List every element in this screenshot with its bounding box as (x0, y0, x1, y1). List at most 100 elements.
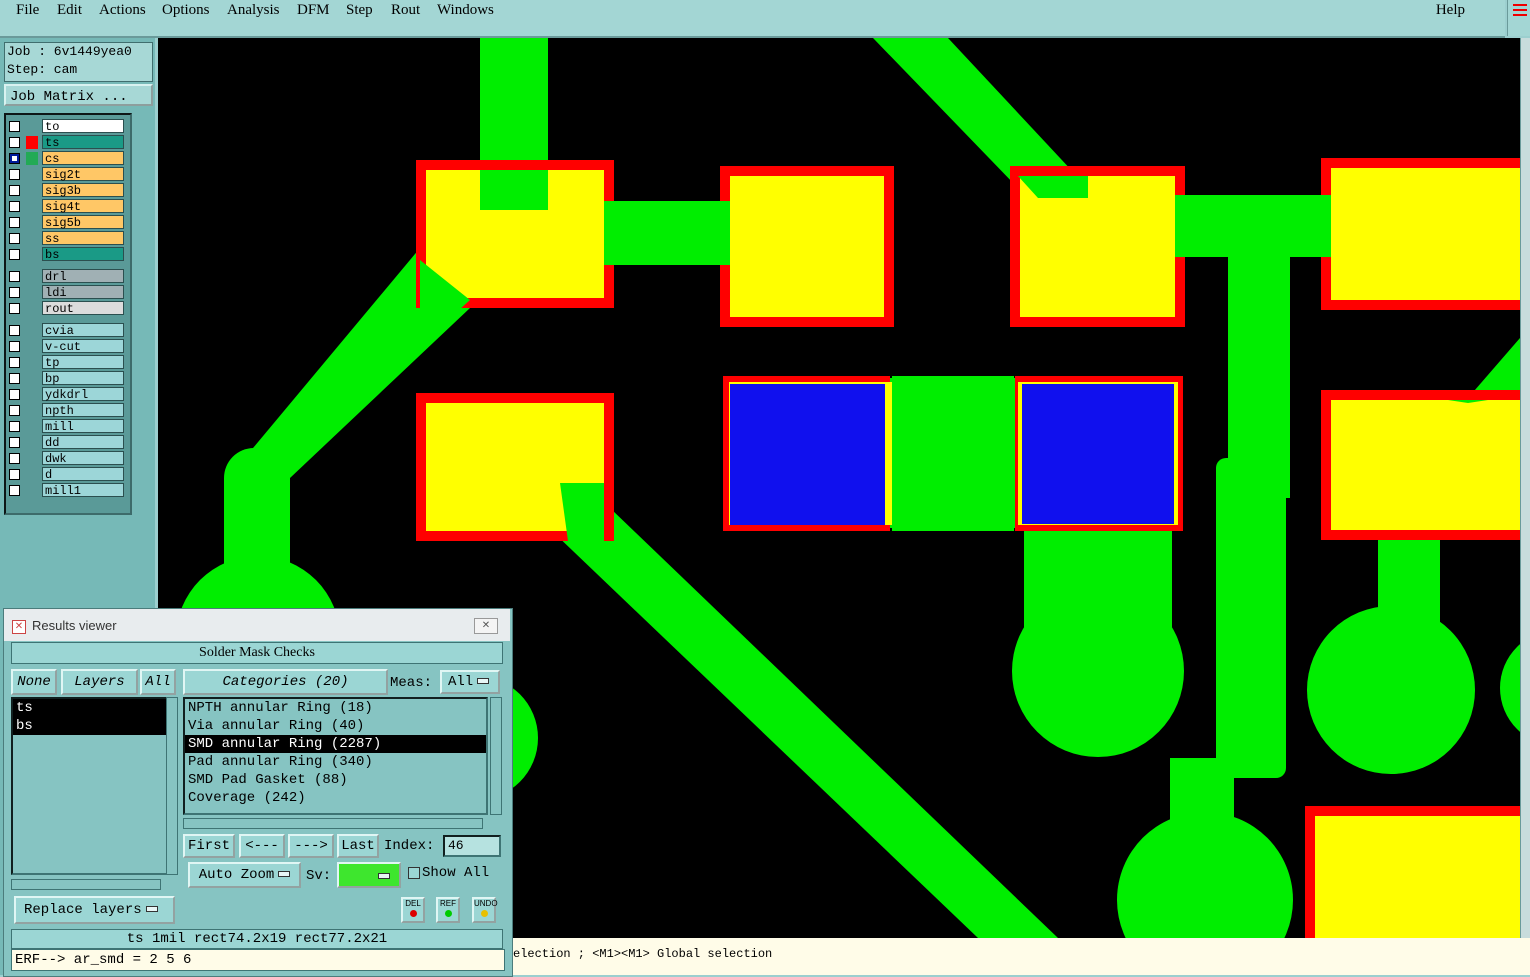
layer-row-9[interactable]: drl (6, 269, 126, 284)
layer-row-21[interactable]: d (6, 467, 126, 482)
layer-name[interactable]: drl (42, 269, 124, 284)
menu-analysis[interactable]: Analysis (227, 2, 280, 19)
layer-row-7[interactable]: ss (6, 231, 126, 246)
menu-windows[interactable]: Windows (437, 2, 494, 19)
layer-checkbox[interactable] (9, 325, 20, 336)
layer-list-hscrollbar[interactable] (11, 879, 161, 890)
layer-checkbox[interactable] (9, 389, 20, 400)
menu-step[interactable]: Step (346, 2, 373, 19)
layer-name[interactable]: v-cut (42, 339, 124, 354)
layer-color-swatch[interactable] (26, 136, 38, 149)
layer-color-swatch[interactable] (26, 468, 38, 481)
layer-name[interactable]: mill1 (42, 483, 124, 498)
layer-list-scrollbar[interactable] (166, 697, 178, 875)
layer-name[interactable]: bp (42, 371, 124, 386)
last-button[interactable]: Last (337, 834, 379, 858)
sv-color-dropdown[interactable] (337, 862, 401, 888)
layer-row-19[interactable]: dd (6, 435, 126, 450)
layer-color-swatch[interactable] (26, 152, 38, 165)
layer-name[interactable]: rout (42, 301, 124, 316)
layer-checkbox[interactable] (9, 357, 20, 368)
menu-actions[interactable]: Actions (99, 2, 146, 19)
layer-checkbox[interactable] (9, 271, 20, 282)
category-item[interactable]: SMD Pad Gasket (88) (185, 771, 486, 789)
layer-color-swatch[interactable] (26, 404, 38, 417)
category-item[interactable]: SMD annular Ring (2287) (185, 735, 486, 753)
layer-color-swatch[interactable] (26, 168, 38, 181)
category-item[interactable]: Via annular Ring (40) (185, 717, 486, 735)
layer-checkbox[interactable] (9, 287, 20, 298)
list-item[interactable]: bs (13, 717, 166, 735)
layer-checkbox[interactable] (9, 303, 20, 314)
layer-checkbox[interactable] (9, 121, 20, 132)
layer-name[interactable]: d (42, 467, 124, 482)
menu-help[interactable]: Help (1436, 2, 1465, 19)
layer-checkbox[interactable] (9, 341, 20, 352)
layer-checkbox[interactable] (9, 201, 20, 212)
layers-button[interactable]: Layers (61, 669, 138, 695)
undo-button[interactable]: UNDO (472, 897, 498, 923)
layer-row-6[interactable]: sig5b (6, 215, 126, 230)
layer-checkbox[interactable] (9, 373, 20, 384)
layer-color-swatch[interactable] (26, 388, 38, 401)
layer-row-17[interactable]: npth (6, 403, 126, 418)
layer-color-swatch[interactable] (26, 200, 38, 213)
layer-color-swatch[interactable] (26, 372, 38, 385)
layer-checkbox[interactable] (9, 249, 20, 260)
meas-dropdown[interactable]: All (440, 670, 500, 694)
layer-color-swatch[interactable] (26, 484, 38, 497)
first-button[interactable]: First (183, 834, 235, 858)
menu-file[interactable]: File (16, 2, 39, 19)
layer-checkbox[interactable] (9, 137, 20, 148)
layer-name[interactable]: bs (42, 247, 124, 262)
menu-dfm[interactable]: DFM (297, 2, 330, 19)
layer-row-1[interactable]: ts (6, 135, 126, 150)
layer-checkbox[interactable] (9, 217, 20, 228)
layer-name[interactable]: sig2t (42, 167, 124, 182)
categories-scrollbar[interactable] (490, 697, 502, 815)
category-item[interactable]: Pad annular Ring (340) (185, 753, 486, 771)
layer-row-18[interactable]: mill (6, 419, 126, 434)
layer-name[interactable]: tp (42, 355, 124, 370)
layer-name[interactable]: ss (42, 231, 124, 246)
categories-list[interactable]: NPTH annular Ring (18) Via annular Ring … (183, 697, 488, 815)
layer-name[interactable]: cs (42, 151, 124, 166)
menu-edit[interactable]: Edit (57, 2, 82, 19)
layer-checkbox[interactable] (9, 485, 20, 496)
layer-color-swatch[interactable] (26, 248, 38, 261)
layer-checkbox[interactable] (9, 421, 20, 432)
layer-color-swatch[interactable] (26, 324, 38, 337)
layer-checkbox[interactable] (9, 185, 20, 196)
layer-row-8[interactable]: bs (6, 247, 126, 262)
menu-options[interactable]: Options (162, 2, 210, 19)
layer-color-swatch[interactable] (26, 216, 38, 229)
layer-row-0[interactable]: to (6, 119, 126, 134)
layer-row-14[interactable]: tp (6, 355, 126, 370)
layer-row-11[interactable]: rout (6, 301, 126, 316)
del-button[interactable]: DEL (401, 897, 425, 923)
layer-color-swatch[interactable] (26, 270, 38, 283)
layer-row-15[interactable]: bp (6, 371, 126, 386)
layer-name[interactable]: mill (42, 419, 124, 434)
layer-color-swatch[interactable] (26, 184, 38, 197)
layer-checkbox[interactable] (9, 437, 20, 448)
job-matrix-button[interactable]: Job Matrix ... (4, 84, 153, 106)
layer-name[interactable]: cvia (42, 323, 124, 338)
index-field[interactable]: 46 (443, 835, 501, 857)
layer-color-swatch[interactable] (26, 340, 38, 353)
layer-name[interactable]: sig3b (42, 183, 124, 198)
right-scrollbar[interactable] (1520, 38, 1530, 938)
layer-name[interactable]: ldi (42, 285, 124, 300)
layer-row-20[interactable]: dwk (6, 451, 126, 466)
layer-color-swatch[interactable] (26, 120, 38, 133)
layer-row-22[interactable]: mill1 (6, 483, 126, 498)
none-button[interactable]: None (11, 669, 57, 695)
layer-name[interactable]: npth (42, 403, 124, 418)
layer-color-swatch[interactable] (26, 356, 38, 369)
layer-name[interactable]: dwk (42, 451, 124, 466)
layer-row-4[interactable]: sig3b (6, 183, 126, 198)
layer-checkbox[interactable] (9, 469, 20, 480)
layer-row-13[interactable]: v-cut (6, 339, 126, 354)
layer-checkbox[interactable] (9, 233, 20, 244)
layer-name[interactable]: to (42, 119, 124, 134)
